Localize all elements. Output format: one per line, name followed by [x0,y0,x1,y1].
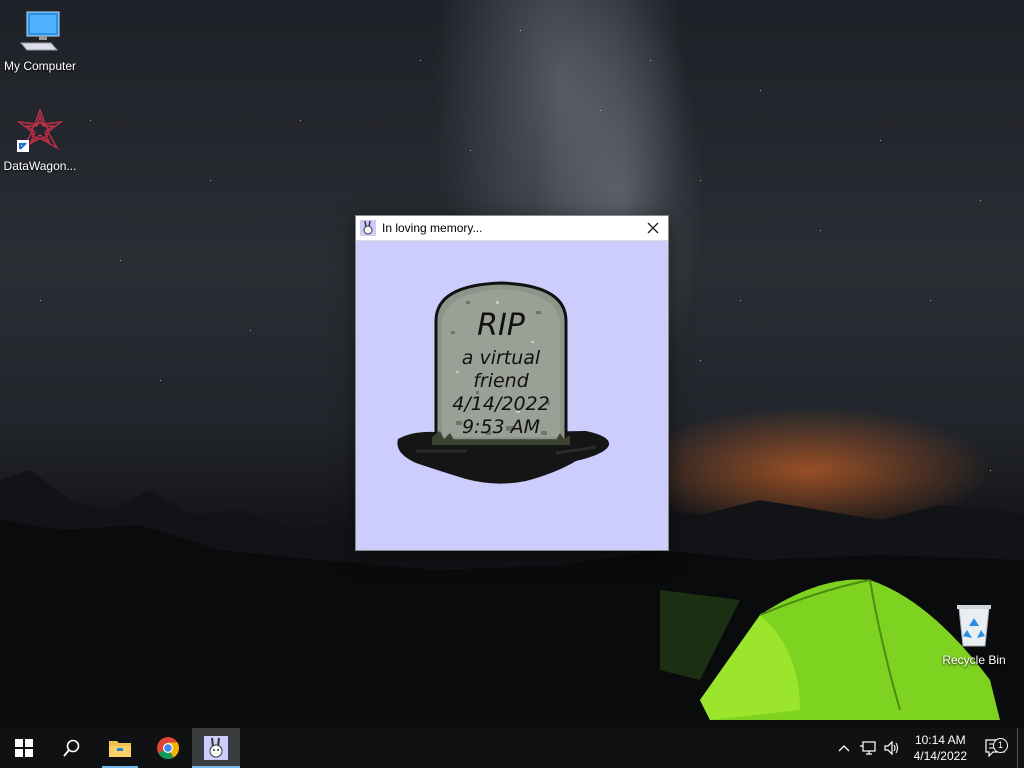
rabbit-icon [204,736,228,760]
tombstone-time: 9:53 AM [461,416,541,438]
chevron-up-icon [838,745,850,752]
desktop-icon-label: Recycle Bin [942,653,1006,667]
folder-icon [109,741,131,757]
search-icon [63,739,80,757]
taskbar: 10:14 AM 4/14/2022 1 [0,728,1024,768]
desktop: My Computer DataWagon... Recycle Bin In … [0,0,1024,768]
rip-window[interactable]: In loving memory... RIP a virtual friend… [355,215,669,551]
windows-logo-icon [15,739,33,757]
tombstone-heading: RIP [477,308,525,343]
taskbar-chrome[interactable] [144,728,192,768]
action-center-button[interactable]: 1 [980,738,1010,757]
desktop-icon-recycle-bin[interactable]: Recycle Bin [934,602,1014,667]
volume-button[interactable] [881,740,903,756]
recycle-bin-icon [957,605,991,647]
taskbar-rip-app[interactable] [192,728,240,768]
network-icon [859,741,876,755]
chrome-icon [157,737,179,759]
close-button[interactable] [638,216,668,240]
network-button[interactable] [857,740,879,756]
taskbar-file-explorer[interactable] [96,728,144,768]
show-hidden-icons-button[interactable] [833,744,855,752]
desktop-icon-my-computer[interactable]: My Computer [0,10,80,73]
window-title: In loving memory... [382,221,483,235]
tombstone-inscription: RIP a virtual friend 4/14/2022 9:53 AM [439,309,563,439]
window-client-area: RIP a virtual friend 4/14/2022 9:53 AM [356,241,668,550]
tombstone-line: a virtual [461,347,541,369]
system-tray: 10:14 AM 4/14/2022 1 [832,728,1024,768]
rabbit-icon [360,220,376,236]
clock-date: 4/14/2022 [913,749,967,763]
tombstone-line: friend [473,370,529,392]
window-titlebar[interactable]: In loving memory... [356,216,668,241]
search-button[interactable] [48,728,96,768]
desktop-icon-label: DataWagon... [3,159,77,173]
datawagon-shortcut-icon [16,107,64,152]
desktop-icon-datawagon[interactable]: DataWagon... [0,107,80,173]
tombstone-date: 4/14/2022 [452,393,550,415]
close-icon [647,222,659,234]
notification-count-badge: 1 [993,738,1008,753]
show-desktop-button[interactable] [1017,728,1024,768]
start-button[interactable] [0,728,48,768]
clock-time: 10:14 AM [914,733,966,747]
computer-icon [19,11,60,51]
clock-button[interactable]: 10:14 AM 4/14/2022 [914,732,967,764]
desktop-icon-label: My Computer [3,59,77,73]
speaker-icon [884,740,898,756]
